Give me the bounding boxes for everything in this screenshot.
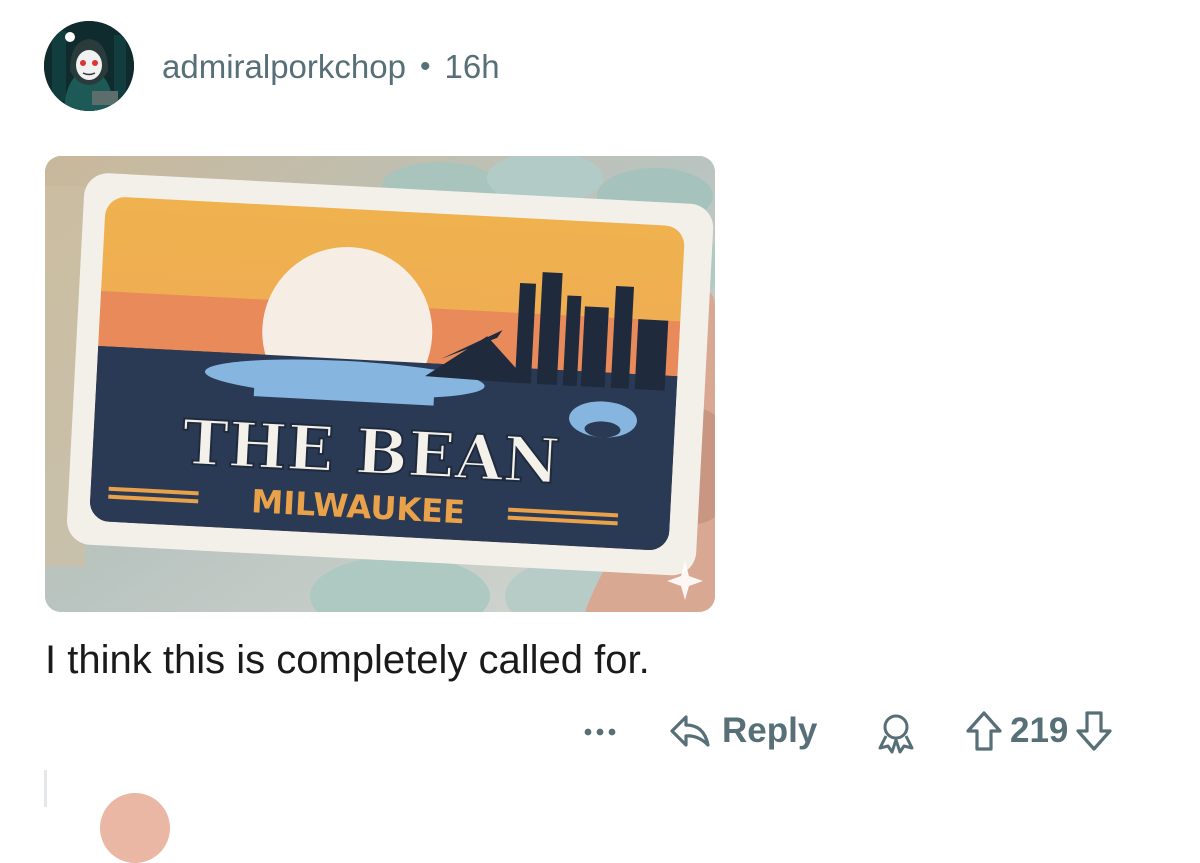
downvote-arrow-icon[interactable]	[1074, 709, 1114, 753]
more-horizontal-icon	[584, 728, 616, 736]
award-button[interactable]	[874, 710, 918, 759]
award-icon	[878, 714, 914, 754]
upvote-arrow-icon[interactable]	[964, 709, 1004, 753]
meta-separator: •	[419, 50, 431, 83]
comment-meta: admiralporkchop • 16h	[162, 48, 500, 86]
next-comment-avatar[interactable]	[100, 793, 170, 863]
comment-age: 16h	[444, 48, 500, 85]
more-options-button[interactable]	[582, 712, 622, 757]
comment-body: I think this is completely called for.	[45, 638, 650, 682]
vote-count: 219	[1010, 711, 1069, 750]
thread-line[interactable]	[44, 770, 47, 807]
comment-image[interactable]: THE BEAN MILWAUKEE	[45, 156, 715, 612]
reply-arrow-icon	[670, 715, 710, 747]
reply-label: Reply	[722, 711, 818, 750]
username-link[interactable]: admiralporkchop	[162, 48, 406, 86]
comment-actions: Reply 219	[0, 706, 1200, 756]
user-avatar[interactable]	[44, 21, 134, 111]
reply-button[interactable]: Reply	[668, 706, 817, 756]
vote-controls: 219	[964, 706, 1114, 756]
